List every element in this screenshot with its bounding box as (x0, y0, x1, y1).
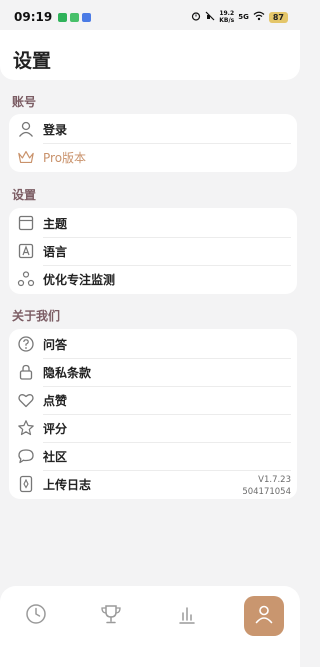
section-label-about: 关于我们 (12, 309, 61, 323)
status-bar: 09:19 19.2 KB/s 5G 87 (0, 0, 300, 34)
like-row[interactable]: 点赞 (9, 386, 297, 414)
speed-unit: KB/s (219, 17, 235, 24)
app-icon (70, 12, 80, 22)
battery-indicator: 87 (268, 11, 288, 23)
rate-label: 评分 (43, 421, 68, 436)
privacy-label: 隐私条款 (43, 365, 92, 380)
section-label-account: 账号 (12, 95, 37, 109)
lock-icon (17, 363, 35, 381)
person-icon (17, 120, 35, 138)
optimize-focus-row[interactable]: 优化专注监测 (9, 265, 297, 293)
rate-row[interactable]: 评分 (9, 414, 297, 442)
about-card: 问答 隐私条款 点赞 评分 社区 上传日志 V1.7.23 504171054 (9, 329, 297, 499)
heart-icon (17, 391, 35, 409)
alarm-icon (191, 11, 201, 23)
network-type: 5G (238, 13, 249, 21)
page-title: 设置 (13, 50, 52, 72)
speed-value: 19.2 (219, 10, 235, 17)
build-number: 504171054 (242, 487, 291, 497)
mute-icon (205, 11, 215, 23)
account-card: 登录 Pro版本 (9, 114, 297, 172)
bar-chart-icon (176, 603, 198, 629)
nav-statistics[interactable] (167, 596, 207, 636)
wechat-icon (58, 12, 68, 22)
upload-log-row[interactable]: 上传日志 V1.7.23 504171054 (9, 470, 297, 498)
pro-version-row[interactable]: Pro版本 (9, 143, 297, 171)
language-row[interactable]: 语言 (9, 237, 297, 265)
theme-row[interactable]: 主题 (9, 209, 297, 237)
faq-row[interactable]: 问答 (9, 330, 297, 358)
network-speed: 19.2 KB/s (219, 10, 234, 24)
star-icon (17, 419, 35, 437)
login-label: 登录 (43, 122, 68, 137)
language-label: 语言 (43, 244, 68, 259)
chat-icon (17, 447, 35, 465)
theme-icon (17, 214, 35, 232)
person-icon (253, 603, 275, 629)
community-row[interactable]: 社区 (9, 442, 297, 470)
bottom-nav (0, 586, 300, 667)
upload-log-label: 上传日志 (43, 477, 92, 492)
login-row[interactable]: 登录 (9, 115, 297, 143)
question-icon (17, 335, 35, 353)
nav-profile[interactable] (244, 596, 284, 636)
version-number: V1.7.23 (258, 475, 291, 485)
optimize-focus-label: 优化专注监测 (43, 272, 116, 287)
crown-icon (17, 148, 35, 166)
optimize-icon (17, 270, 35, 288)
app-icon (82, 12, 92, 22)
status-time: 09:19 (14, 10, 53, 24)
upload-log-icon (17, 475, 35, 493)
privacy-row[interactable]: 隐私条款 (9, 358, 297, 386)
settings-card: 主题 语言 优化专注监测 (9, 208, 297, 294)
community-label: 社区 (43, 449, 68, 464)
language-icon (17, 242, 35, 260)
clock-icon (25, 603, 47, 629)
section-label-settings: 设置 (12, 188, 37, 202)
wifi-icon (253, 11, 265, 23)
page-header: 设置 (0, 30, 300, 80)
version-info: V1.7.23 504171054 (242, 474, 291, 498)
nav-timer[interactable] (16, 596, 56, 636)
pro-version-label: Pro版本 (43, 150, 87, 165)
theme-label: 主题 (43, 216, 68, 231)
trophy-icon (99, 603, 123, 629)
faq-label: 问答 (43, 337, 68, 352)
nav-achievements[interactable] (91, 596, 131, 636)
like-label: 点赞 (43, 393, 68, 408)
